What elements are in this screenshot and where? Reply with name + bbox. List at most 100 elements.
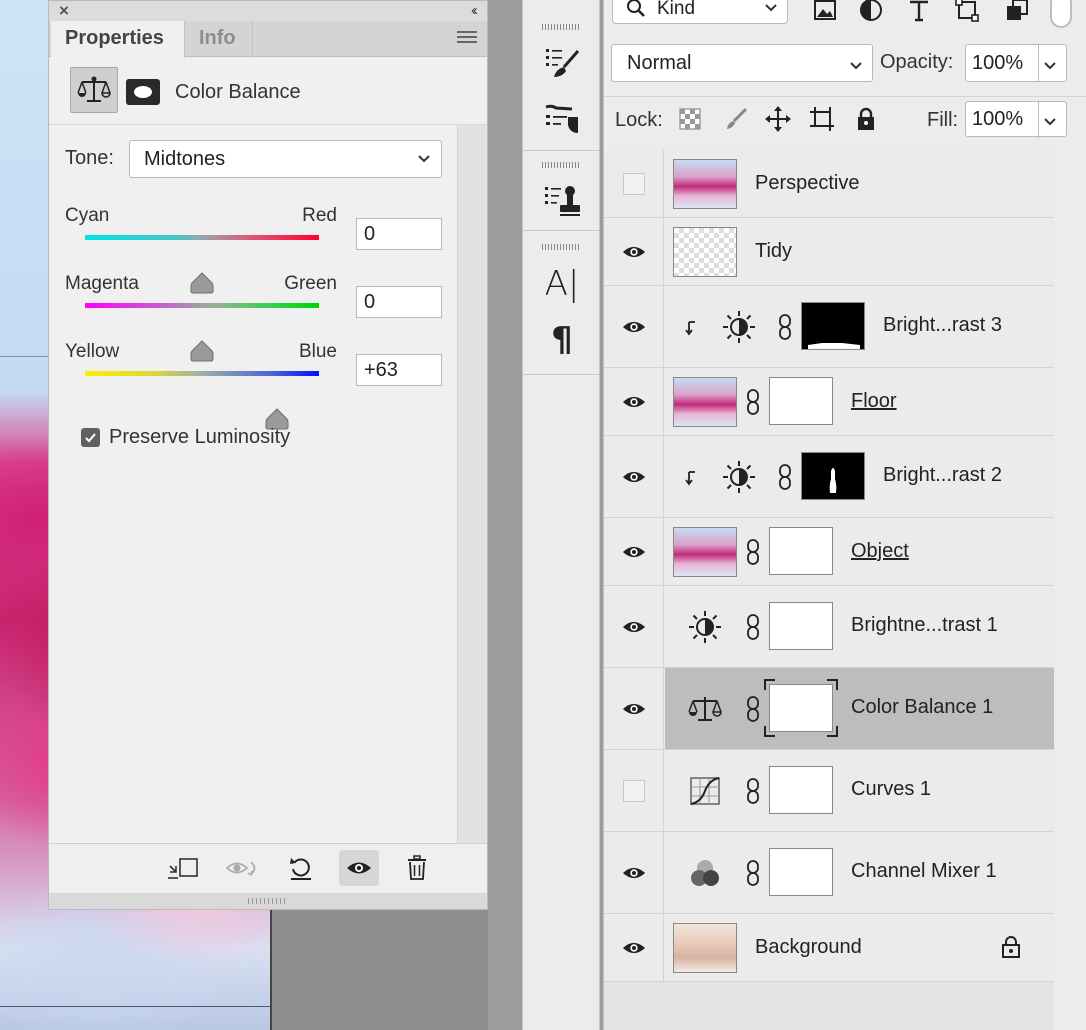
lock-all-button[interactable]: [852, 105, 880, 133]
visibility-toggle[interactable]: [604, 218, 664, 285]
layer-row[interactable]: Curves 1: [604, 750, 1054, 832]
mask-link-icon[interactable]: [743, 776, 763, 806]
visibility-off-box[interactable]: [622, 172, 645, 195]
layer-row-selected[interactable]: Color Balance 1: [604, 668, 1054, 750]
layer-name[interactable]: Bright...rast 3: [883, 314, 1002, 337]
close-icon[interactable]: ×: [59, 1, 69, 21]
layer-name[interactable]: Perspective: [755, 172, 860, 195]
tool-presets-button[interactable]: [539, 96, 585, 140]
layer-row[interactable]: Channel Mixer 1: [604, 832, 1054, 914]
visibility-off-box[interactable]: [622, 779, 645, 802]
lock-transparent-pixels-button[interactable]: [676, 105, 704, 133]
layer-mask-thumbnail[interactable]: [769, 377, 833, 425]
color-balance-adjustment-button[interactable]: [70, 67, 118, 113]
panel-menu-icon[interactable]: [457, 31, 477, 46]
magenta-green-value-field[interactable]: [356, 286, 442, 318]
filter-toggle-switch[interactable]: [1050, 0, 1072, 28]
properties-scrollbar[interactable]: [457, 125, 487, 843]
toggle-visibility-button[interactable]: [339, 850, 379, 886]
cyan-red-slider-track[interactable]: [85, 235, 319, 294]
opacity-field[interactable]: 100%: [965, 44, 1067, 82]
layer-mask-thumbnail[interactable]: [769, 602, 833, 650]
paragraph-panel-button[interactable]: ¶: [539, 318, 585, 362]
color-balance-adjustment-icon[interactable]: [685, 691, 725, 727]
layer-mask-thumbnail[interactable]: [769, 848, 833, 896]
panel-resize-grip[interactable]: [49, 893, 487, 909]
visibility-toggle[interactable]: [604, 518, 664, 585]
visibility-toggle[interactable]: [604, 832, 664, 913]
visibility-toggle[interactable]: [604, 750, 664, 831]
mask-link-icon[interactable]: [743, 858, 763, 888]
filter-kind-dropdown[interactable]: Kind: [612, 0, 788, 24]
tone-dropdown[interactable]: Midtones: [129, 140, 442, 178]
layer-name[interactable]: Channel Mixer 1: [851, 860, 997, 883]
mask-link-icon[interactable]: [775, 462, 795, 492]
visibility-toggle[interactable]: [604, 436, 664, 517]
panel-title-bar[interactable]: × ‹‹: [49, 1, 487, 21]
blend-mode-dropdown[interactable]: Normal: [611, 44, 873, 82]
filter-shape-button[interactable]: [952, 0, 982, 24]
delete-button[interactable]: [397, 850, 437, 886]
filter-adjustment-button[interactable]: [856, 0, 886, 24]
filter-smart-object-button[interactable]: [1002, 0, 1032, 24]
cyan-red-value-field[interactable]: [356, 218, 442, 250]
layer-row[interactable]: Tidy: [604, 218, 1054, 286]
yellow-blue-value-field[interactable]: [356, 354, 442, 386]
layer-mask-thumbnail[interactable]: [801, 302, 865, 350]
mask-link-icon[interactable]: [743, 612, 763, 642]
view-previous-state-button[interactable]: [223, 850, 263, 886]
mask-link-icon[interactable]: [743, 694, 763, 724]
layer-thumbnail[interactable]: [673, 923, 737, 973]
visibility-toggle[interactable]: [604, 286, 664, 367]
layer-mask-thumbnail[interactable]: [769, 766, 833, 814]
curves-adjustment-icon[interactable]: [685, 773, 725, 809]
layer-thumbnail[interactable]: [673, 527, 737, 577]
chevron-down-icon[interactable]: [1042, 113, 1058, 129]
layer-name[interactable]: Curves 1: [851, 778, 931, 801]
tab-properties[interactable]: Properties: [51, 21, 185, 58]
layer-name[interactable]: Background: [755, 936, 862, 959]
mask-link-icon[interactable]: [775, 312, 795, 342]
tab-info[interactable]: Info: [185, 21, 253, 57]
checkbox[interactable]: [81, 427, 100, 447]
brightness-contrast-adjustment-icon[interactable]: [719, 459, 759, 495]
layer-mask-thumbnail[interactable]: [801, 452, 865, 500]
layer-name[interactable]: Bright...rast 2: [883, 464, 1002, 487]
yellow-blue-slider-track[interactable]: [85, 371, 319, 430]
layer-row[interactable]: Background: [604, 914, 1054, 982]
layer-row[interactable]: Perspective: [604, 150, 1054, 218]
layer-thumbnail[interactable]: [673, 227, 737, 277]
layer-row[interactable]: Floor: [604, 368, 1054, 436]
visibility-toggle[interactable]: [604, 668, 664, 749]
layer-row[interactable]: Object: [604, 518, 1054, 586]
visibility-toggle[interactable]: [604, 368, 664, 435]
mask-link-icon[interactable]: [743, 537, 763, 567]
channel-mixer-adjustment-icon[interactable]: [685, 855, 725, 891]
layer-mask-thumbnail[interactable]: [769, 527, 833, 575]
visibility-toggle[interactable]: [604, 914, 664, 981]
layer-row[interactable]: Brightne...trast 1: [604, 586, 1054, 668]
filter-pixel-button[interactable]: [810, 0, 840, 24]
character-panel-button[interactable]: A|: [539, 262, 585, 306]
layer-thumbnail[interactable]: [673, 159, 737, 209]
preserve-luminosity-checkbox[interactable]: Preserve Luminosity: [81, 425, 290, 449]
layer-name[interactable]: Object: [851, 540, 909, 563]
filter-type-button[interactable]: [904, 0, 934, 24]
group-grip[interactable]: [542, 244, 580, 250]
layer-name[interactable]: Floor: [851, 390, 897, 413]
layer-name[interactable]: Tidy: [755, 240, 792, 263]
layer-row[interactable]: Bright...rast 2: [604, 436, 1054, 518]
fill-field[interactable]: 100%: [965, 101, 1067, 138]
lock-image-pixels-button[interactable]: [722, 105, 750, 133]
lock-position-button[interactable]: [764, 105, 792, 133]
mask-link-icon[interactable]: [743, 387, 763, 417]
visibility-toggle[interactable]: [604, 586, 664, 667]
brightness-contrast-adjustment-icon[interactable]: [685, 609, 725, 645]
layer-thumbnail[interactable]: [673, 377, 737, 427]
layer-row[interactable]: Bright...rast 3: [604, 286, 1054, 368]
reset-button[interactable]: [281, 850, 321, 886]
group-grip[interactable]: [542, 24, 580, 30]
clip-to-layer-button[interactable]: [163, 850, 203, 886]
chevron-down-icon[interactable]: [1042, 57, 1058, 73]
visibility-toggle[interactable]: [604, 150, 664, 217]
